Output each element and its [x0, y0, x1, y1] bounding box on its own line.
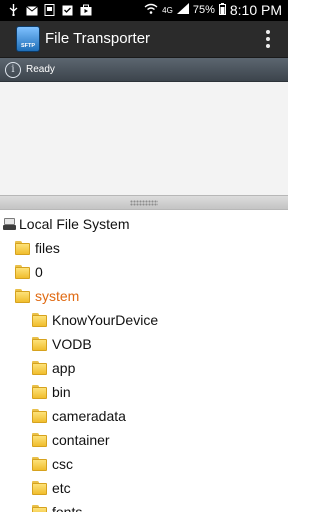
tree-item-label: app	[52, 360, 76, 376]
tree-item-container[interactable]: container	[32, 429, 110, 451]
app-title: File Transporter	[45, 30, 151, 47]
screenshot-icon	[44, 3, 55, 16]
tree-item-label: etc	[52, 480, 71, 496]
overflow-menu-icon[interactable]	[266, 30, 270, 48]
drive-icon	[3, 218, 16, 230]
tree-item-label: KnowYourDevice	[52, 312, 159, 328]
pane-splitter[interactable]	[0, 195, 288, 210]
folder-icon	[15, 265, 30, 279]
app-icon[interactable]: SFTP	[16, 26, 40, 52]
battery-icon	[218, 2, 226, 18]
usb-icon	[8, 3, 19, 17]
lte-icon: 4G	[162, 5, 173, 15]
tree-item-label: system	[35, 288, 80, 304]
tree-item-system[interactable]: system	[15, 285, 79, 307]
folder-icon	[32, 481, 47, 495]
tree-item-fonts[interactable]: fonts	[32, 501, 82, 512]
tree-item-files[interactable]: files	[15, 237, 60, 259]
tree-item-cameradata[interactable]: cameradata	[32, 405, 126, 427]
tree-item-label: container	[52, 432, 110, 448]
file-tree: Local File System files 0 system KnowYou…	[0, 210, 288, 512]
folder-icon	[32, 361, 47, 375]
tree-item-label: bin	[52, 384, 71, 400]
folder-icon	[32, 433, 47, 447]
folder-icon	[32, 505, 47, 512]
tree-item-label: 0	[35, 264, 43, 280]
tree-root-local-file-system[interactable]: Local File System	[3, 213, 129, 235]
mail-icon	[26, 3, 38, 16]
folder-icon	[32, 385, 47, 399]
folder-icon	[32, 457, 47, 471]
status-text: Ready	[26, 64, 55, 75]
folder-icon	[32, 313, 47, 327]
tree-item-label: cameradata	[52, 408, 126, 424]
tree-item-label: VODB	[52, 336, 92, 352]
notification-icons	[8, 3, 92, 17]
tree-root-label: Local File System	[19, 216, 130, 232]
tree-item-app[interactable]: app	[32, 357, 75, 379]
battery-percent: 75%	[192, 4, 215, 16]
status-strip: i Ready	[0, 58, 288, 82]
tree-item-label: fonts	[52, 504, 83, 512]
tree-item-knowyourdevice[interactable]: KnowYourDevice	[32, 309, 158, 331]
task-icon	[62, 3, 73, 16]
tree-item-bin[interactable]: bin	[32, 381, 71, 403]
clock: 8:10 PM	[229, 2, 282, 18]
system-icons: 4G 75% 8:10 PM	[144, 2, 282, 18]
tree-item-vodb[interactable]: VODB	[32, 333, 92, 355]
action-bar: SFTP File Transporter	[0, 21, 288, 58]
drag-handle-icon[interactable]	[130, 200, 158, 206]
info-icon: i	[5, 62, 21, 78]
tree-item-label: files	[35, 240, 60, 256]
open-folder-icon	[15, 289, 30, 303]
tree-item-0[interactable]: 0	[15, 261, 43, 283]
app-icon-text: SFTP	[20, 43, 36, 49]
log-pane	[0, 82, 288, 195]
status-bar: 4G 75% 8:10 PM	[0, 0, 288, 21]
tree-item-label: csc	[52, 456, 73, 472]
folder-icon	[32, 409, 47, 423]
wifi-icon	[144, 3, 158, 17]
folder-icon	[32, 337, 47, 351]
signal-icon	[176, 3, 189, 17]
folder-icon	[15, 241, 30, 255]
tree-item-etc[interactable]: etc	[32, 477, 71, 499]
bag-icon	[80, 3, 92, 16]
tree-item-csc[interactable]: csc	[32, 453, 73, 475]
